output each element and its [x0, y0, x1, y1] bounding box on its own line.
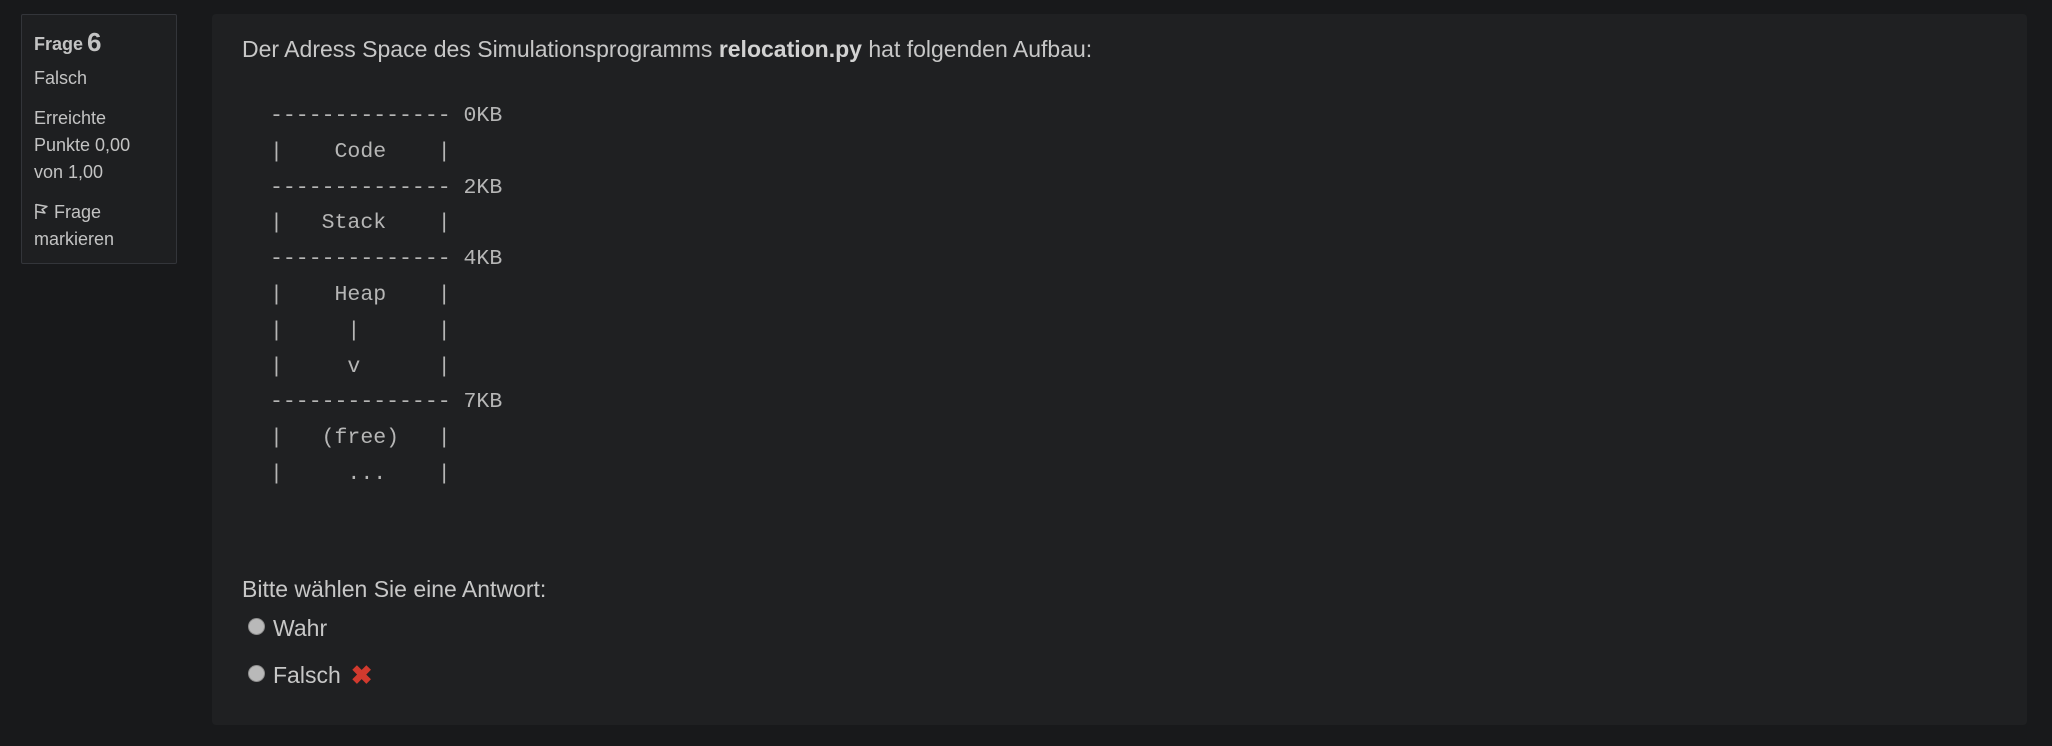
question-number-value: 6: [87, 27, 102, 57]
address-space-diagram: -------------- 0KB | Code | ------------…: [270, 104, 503, 486]
question-info-panel: Frage 6 Falsch Erreichte Punkte 0,00 von …: [21, 14, 177, 264]
question-state: Falsch: [34, 68, 88, 88]
flag-icon: [35, 203, 48, 219]
answer-prompt: Bitte wählen Sie eine Antwort:: [242, 576, 547, 602]
question-label: Frage: [34, 34, 84, 54]
question-filename: relocation.py: [718, 36, 862, 62]
answer-option-wahr[interactable]: Wahr: [248, 611, 327, 645]
radio-falsch[interactable]: [248, 665, 265, 682]
flag-question-link[interactable]: Frage markieren: [34, 199, 164, 253]
answer-option-falsch[interactable]: Falsch ✖: [248, 658, 373, 692]
cross-icon: ✖: [350, 660, 373, 690]
answer-label-wahr: Wahr: [273, 615, 328, 641]
question-text-before: Der Adress Space des Simulationsprogramm…: [242, 36, 719, 62]
answer-label-falsch: Falsch: [273, 662, 341, 688]
question-text-after: hat folgenden Aufbau:: [861, 36, 1093, 62]
question-text: Der Adress Space des Simulationsprogramm…: [242, 32, 2027, 66]
radio-wahr[interactable]: [248, 618, 265, 635]
question-number: Frage 6: [34, 27, 164, 59]
question-content: Der Adress Space des Simulationsprogramm…: [212, 14, 2027, 725]
question-grade: Erreichte Punkte 0,00 von 1,00: [34, 108, 131, 182]
